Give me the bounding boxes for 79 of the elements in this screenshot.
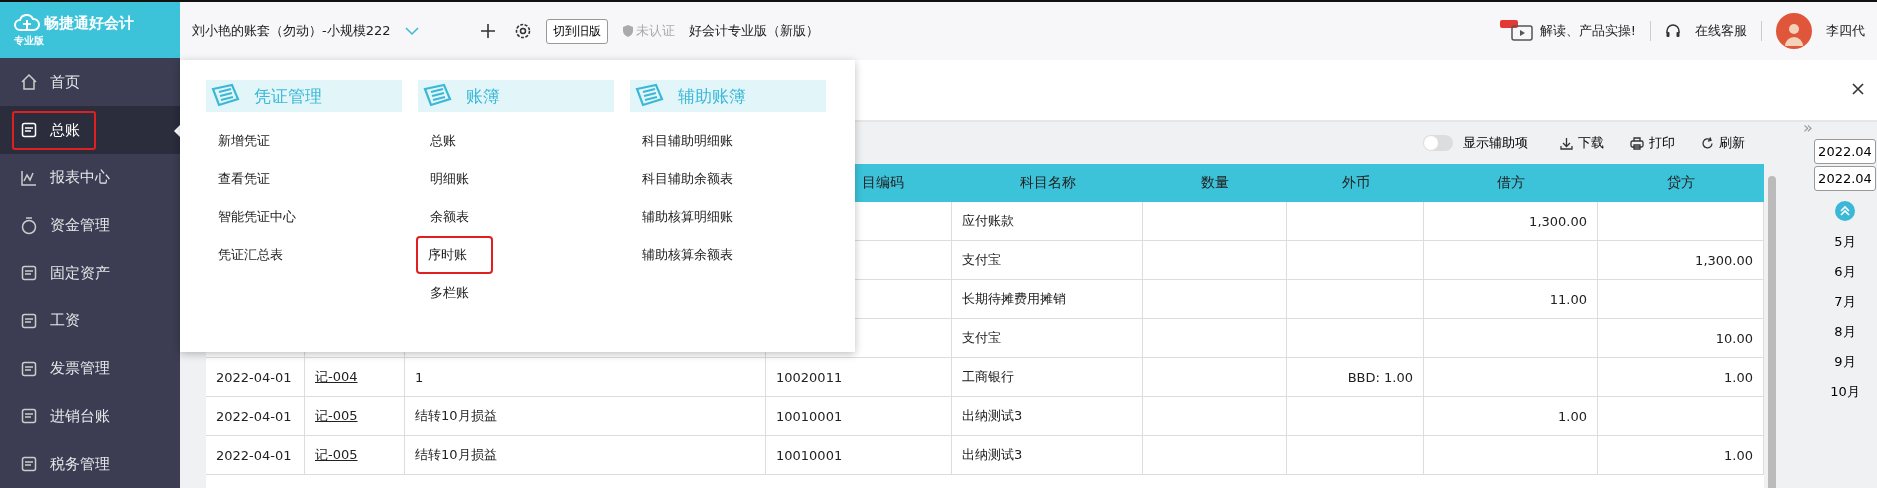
- column-header: 外币: [1340, 173, 1371, 192]
- sidebar-item[interactable]: 税务管理: [0, 440, 180, 488]
- sidebar-item[interactable]: 进销台账: [0, 392, 180, 441]
- table-cell: 1,300.00: [1598, 241, 1764, 280]
- table-cell: 2022-04-01: [206, 436, 305, 475]
- table-cell: 工商银行: [952, 358, 1143, 397]
- support-link[interactable]: 在线客服: [1695, 22, 1747, 40]
- menu-item[interactable]: 多栏账: [418, 274, 471, 312]
- table-cell: 出纳测试3: [952, 436, 1143, 475]
- menu-item[interactable]: 总账: [418, 122, 458, 160]
- column-header: 贷方: [1666, 173, 1696, 192]
- table-cell: 2022-04-01: [206, 358, 305, 397]
- table-cell: 1.00: [1598, 358, 1764, 397]
- sidebar-item[interactable]: 报表中心: [0, 153, 180, 202]
- table-cell: BBD: 1.00: [1287, 358, 1424, 397]
- end-period-field[interactable]: 2022.04: [1814, 166, 1876, 191]
- menu-item[interactable]: 新增凭证: [206, 122, 272, 160]
- column-header: 数量: [1200, 173, 1230, 192]
- table-cell: 1.00: [1424, 397, 1598, 436]
- menu-item[interactable]: 辅助核算明细账: [630, 198, 735, 236]
- column-header: 借方: [1496, 173, 1526, 192]
- table-cell: 应付账款: [952, 202, 1143, 241]
- table-cell: 结转10月损益: [405, 397, 766, 436]
- sidebar-item[interactable]: 资金管理: [0, 201, 180, 250]
- menu-section-title: 账簿: [466, 84, 500, 108]
- menu-item[interactable]: 序时账: [416, 236, 493, 274]
- sidebar-item[interactable]: 固定资产: [0, 249, 180, 298]
- month-item[interactable]: 6月: [1834, 263, 1856, 281]
- menu-item[interactable]: 明细账: [418, 160, 471, 198]
- voucher-link[interactable]: 记-005: [305, 397, 405, 436]
- table-cell: 出纳测试3: [952, 397, 1143, 436]
- sidebar-item[interactable]: 首页: [0, 58, 180, 107]
- table-cell: 10010001: [766, 397, 952, 436]
- month-item[interactable]: 10月: [1830, 383, 1860, 401]
- table-cell: 1.00: [1598, 436, 1764, 475]
- menu-item[interactable]: 科目辅助明细账: [630, 122, 735, 160]
- table-cell: 2022-04-01: [206, 397, 305, 436]
- menu-item[interactable]: 科目辅助余额表: [630, 160, 735, 198]
- table-cell: 支付宝: [952, 319, 1143, 358]
- edition-label: 专业版: [14, 34, 45, 49]
- sidebar-item[interactable]: 工资: [0, 297, 180, 345]
- user-name: 李四代: [1826, 22, 1865, 40]
- month-item[interactable]: 5月: [1834, 233, 1856, 251]
- sidebar-item[interactable]: 发票管理: [0, 344, 180, 393]
- menu-section-title: 凭证管理: [254, 84, 322, 108]
- month-item[interactable]: 8月: [1834, 323, 1856, 341]
- download-button[interactable]: 下载: [1552, 134, 1612, 152]
- table-cell: 1: [405, 358, 766, 397]
- column-header: 目编码: [861, 173, 905, 192]
- switch-version-button[interactable]: 切到旧版: [546, 18, 608, 44]
- table-cell: 1,300.00: [1424, 202, 1598, 241]
- month-item[interactable]: 7月: [1834, 293, 1856, 311]
- start-period-field[interactable]: 2022.04: [1814, 139, 1876, 164]
- menu-item[interactable]: 查看凭证: [206, 160, 272, 198]
- table-cell: 11.00: [1424, 280, 1598, 319]
- account-selector[interactable]: 刘小艳的账套（勿动）-小规模222: [192, 22, 462, 40]
- product-name: 好会计专业版（新版）: [689, 22, 819, 40]
- refresh-button[interactable]: 刷新: [1693, 134, 1753, 152]
- voucher-link[interactable]: 记-004: [305, 358, 405, 397]
- column-header: 科目名称: [1018, 173, 1077, 192]
- brand-name: 畅捷通好会计: [44, 13, 134, 33]
- menu-item[interactable]: 凭证汇总表: [206, 236, 285, 274]
- table-cell: 10010001: [766, 436, 952, 475]
- menu-item[interactable]: 智能凭证中心: [206, 198, 298, 236]
- toggle-label: 显示辅助项: [1463, 134, 1528, 152]
- menu-item[interactable]: 辅助核算余额表: [630, 236, 735, 274]
- sidebar-item[interactable]: 总账: [0, 106, 180, 154]
- table-cell: 10.00: [1598, 319, 1764, 358]
- menu-item[interactable]: 余额表: [418, 198, 471, 236]
- month-item[interactable]: 9月: [1834, 353, 1856, 371]
- table-cell: 10020011: [766, 358, 952, 397]
- table-cell: 长期待摊费用摊销: [952, 280, 1143, 319]
- voucher-link[interactable]: 记-005: [305, 436, 405, 475]
- menu-section-title: 辅助账簿: [678, 84, 746, 108]
- print-button[interactable]: 打印: [1622, 134, 1683, 152]
- promo-link[interactable]: 解读、产品实操!: [1539, 22, 1636, 40]
- table-cell: 支付宝: [952, 241, 1143, 280]
- auth-label: 未认证: [636, 22, 675, 40]
- table-cell: 结转10月损益: [405, 436, 766, 475]
